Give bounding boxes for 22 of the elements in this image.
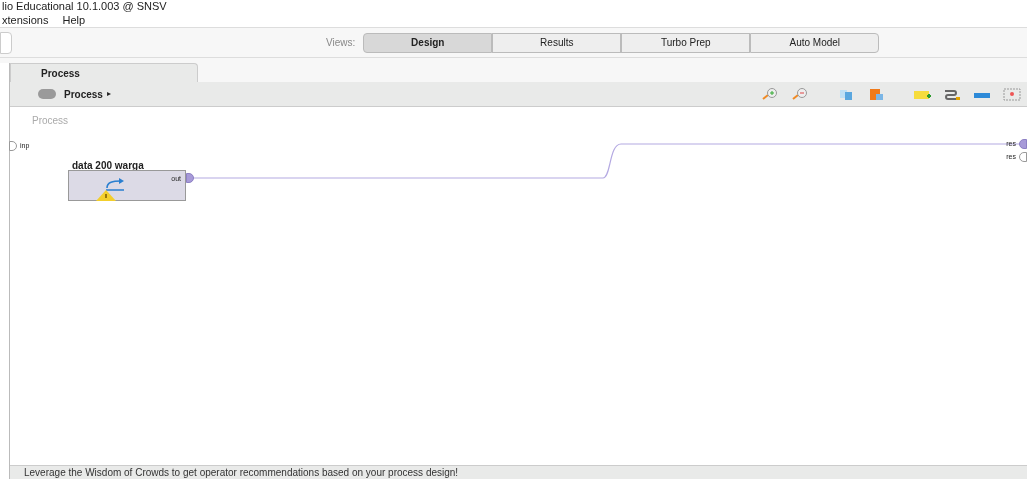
view-tab[interactable]: Turbo Prep xyxy=(621,32,751,53)
panel-tab[interactable]: Process xyxy=(10,63,198,82)
view-tab[interactable]: Design xyxy=(363,32,493,53)
operator-name: data 200 warga xyxy=(72,159,144,173)
toolbar-field[interactable] xyxy=(0,31,12,54)
view-tab[interactable]: Results xyxy=(492,32,622,53)
menu-item[interactable]: xtensions xyxy=(2,13,49,27)
breadcrumb-link[interactable]: Process xyxy=(64,86,103,102)
breadcrumb-arrow[interactable]: ▸ xyxy=(106,88,111,100)
window-title: lio Educational 10.1.003 @ SNSV xyxy=(1,0,168,13)
views-label: Views: xyxy=(326,36,356,50)
retrieve-arrow-icon xyxy=(103,178,127,192)
process-status-icon xyxy=(38,89,56,99)
port-icon[interactable] xyxy=(1019,139,1027,150)
port-icon[interactable] xyxy=(1019,152,1027,163)
port-icon[interactable] xyxy=(186,173,194,183)
status-bar: Leverage the Wisdom of Crowds to get operator recommendations based on your process design! xyxy=(10,465,1027,479)
port-icon[interactable] xyxy=(9,141,17,152)
menu-item[interactable]: Help xyxy=(62,13,86,27)
canvas-label: Process xyxy=(32,114,69,128)
grid-icon[interactable] xyxy=(1001,85,1023,103)
view-tab[interactable]: Auto Model xyxy=(750,32,880,53)
